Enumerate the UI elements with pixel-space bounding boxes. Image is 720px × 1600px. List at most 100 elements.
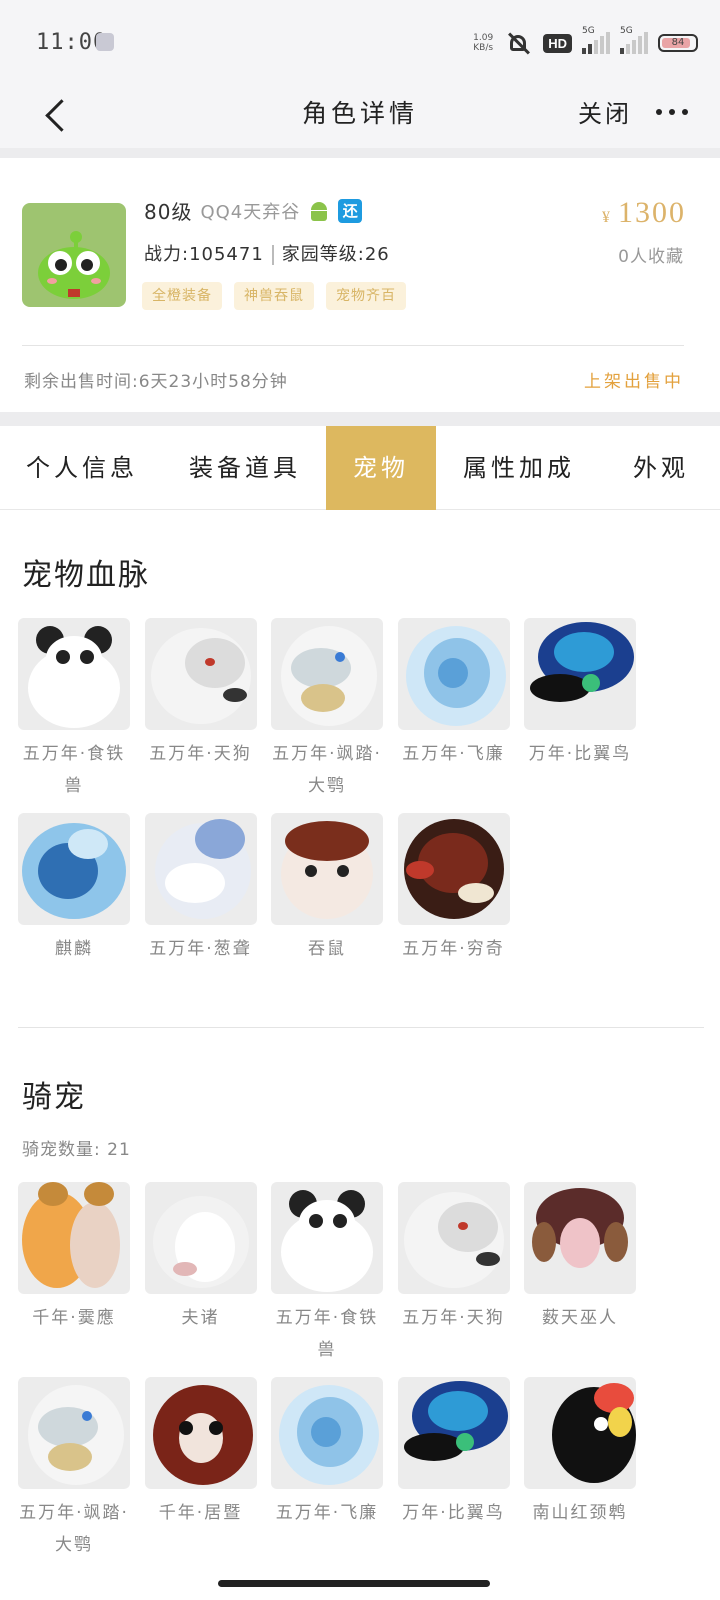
notification-icon [96,33,114,51]
pet-card[interactable]: 五万年·飒踏·大鹗 [271,618,383,802]
divider [0,148,720,158]
thumb-shape [427,1391,488,1431]
mounts-title: 骑宠 [22,1080,86,1115]
pet-card[interactable]: 南山红颈鹎 [524,1377,636,1529]
thumb-shape [403,1433,464,1461]
signal-label: 5G [582,26,595,36]
thumb-shape [333,1214,347,1228]
thumb-shape [285,821,369,861]
pet-name: 夫诸 [181,1308,220,1328]
signal-icon: 5G [620,26,648,54]
network-speed: 1.09 KB/s [473,33,493,53]
eagle-icon [18,1377,130,1489]
thumb-shape [437,658,468,688]
tab-attributes[interactable]: 属性加成 [436,426,602,510]
mute-icon [503,31,533,55]
thumb-shape [84,1182,114,1206]
toucan-icon [524,1377,636,1489]
white-deer-icon [144,1182,257,1294]
more-icon[interactable] [656,104,688,120]
thumb-shape [604,1222,628,1262]
character-stats: 战力:105471 家园等级:26 [144,240,390,266]
currency-symbol: ¥ [602,209,612,226]
tab-personal-info[interactable]: 个人信息 [0,426,164,510]
price-value: 1300 [618,196,686,229]
thumb-shape [68,829,108,859]
pet-name: 五万年·天狗 [402,1308,505,1328]
thumb-shape [56,650,70,664]
pet-card[interactable]: 千年·霙應 [18,1182,130,1334]
combat-power: 战力:105471 [144,244,264,265]
thumb-shape [222,688,247,702]
thumb-shape [80,650,94,664]
tab-pets[interactable]: 宠物 [326,426,436,510]
character-level: 80级 [144,200,193,224]
thumb-shape [194,819,245,859]
pet-card[interactable]: 五万年·飒踏·大鹗 [18,1377,130,1561]
eagle-icon [271,618,383,730]
pet-card[interactable]: 五万年·食铁兽 [271,1182,383,1366]
thumb-shape [82,1411,92,1421]
pet-bloodline-title: 宠物血脉 [22,558,150,593]
thumb-shape [560,1218,600,1268]
thumb-shape [457,1222,468,1230]
pet-name: 南山红颈鹎 [532,1503,628,1523]
thumb-shape [178,1421,193,1435]
thumb-shape [530,674,590,702]
thumb-shape [309,1214,323,1228]
favorites-count[interactable]: 0人收藏 [618,242,684,267]
sale-status: 上架出售中 [584,372,684,392]
thumb-shape [70,1202,120,1288]
pet-card[interactable]: 五万年·食铁兽 [18,618,130,802]
pet-name: 麒麟 [55,939,93,959]
divider [22,345,684,346]
tab-appearance[interactable]: 外观 [602,426,720,510]
pet-card[interactable]: 五万年·飞廉 [397,618,510,770]
pet-card[interactable]: 麒麟 [18,813,130,965]
pet-card[interactable]: 五万年·天狗 [397,1182,510,1334]
status-icons: 1.09 KB/s HD 5G 5G 84 [473,26,698,58]
white-horse-icon [144,813,257,925]
pet-name: 五万年·食铁兽 [275,1308,379,1360]
battery-level: 84 [671,37,685,48]
pet-card[interactable]: 五万年·葱聋 [144,813,257,965]
pet-card[interactable]: 五万年·天狗 [144,618,257,770]
divider [0,412,720,426]
pet-name: 五万年·飒踏·大鹗 [19,1503,129,1555]
remaining-sale-time: 剩余出售时间:6天23小时58分钟 [24,372,288,392]
pet-card[interactable]: 薮天巫人 [524,1182,636,1334]
tag: 宠物齐百 [326,282,406,310]
pet-name: 吞鼠 [308,939,346,959]
signal-label: 5G [620,26,633,36]
pet-card[interactable]: 五万年·飞廉 [271,1377,383,1529]
home-indicator[interactable] [218,1580,490,1587]
thumb-shape [311,1417,341,1447]
thumb-shape [455,1433,474,1451]
price: ¥1300 [602,196,686,230]
pet-name: 五万年·飒踏·大鹗 [272,744,382,796]
pet-name: 五万年·飞廉 [402,744,505,764]
thumb-shape [594,1417,608,1431]
blue-bird-icon [524,618,636,730]
pet-card[interactable]: 万年·比翼鸟 [397,1377,510,1529]
pet-name: 五万年·穷奇 [402,939,505,959]
white-wolf-icon [397,1182,510,1294]
pet-card[interactable]: 夫诸 [144,1182,257,1334]
tab-equipment[interactable]: 装备道具 [164,426,326,510]
pet-card[interactable]: 千年·居暨 [144,1377,257,1529]
rodent-icon [271,813,383,925]
pet-card[interactable]: 五万年·穷奇 [397,813,510,965]
character-header: 80级 QQ4天弃谷 还 [144,196,363,225]
thumb-shape [405,861,434,879]
pet-card[interactable]: 吞鼠 [271,813,383,965]
pet-card[interactable]: 万年·比翼鸟 [524,618,636,770]
mount-count: 骑宠数量: 21 [22,1140,131,1160]
close-button[interactable]: 关闭 [578,94,632,129]
masked-totem-icon [524,1182,636,1294]
white-wolf-icon [144,618,257,730]
nav-bar: 角色详情 关闭 [0,86,720,148]
thumb-shape [337,865,349,877]
avatar[interactable] [22,203,126,307]
thumb-shape [164,863,225,903]
blue-bird-icon [397,1377,510,1489]
